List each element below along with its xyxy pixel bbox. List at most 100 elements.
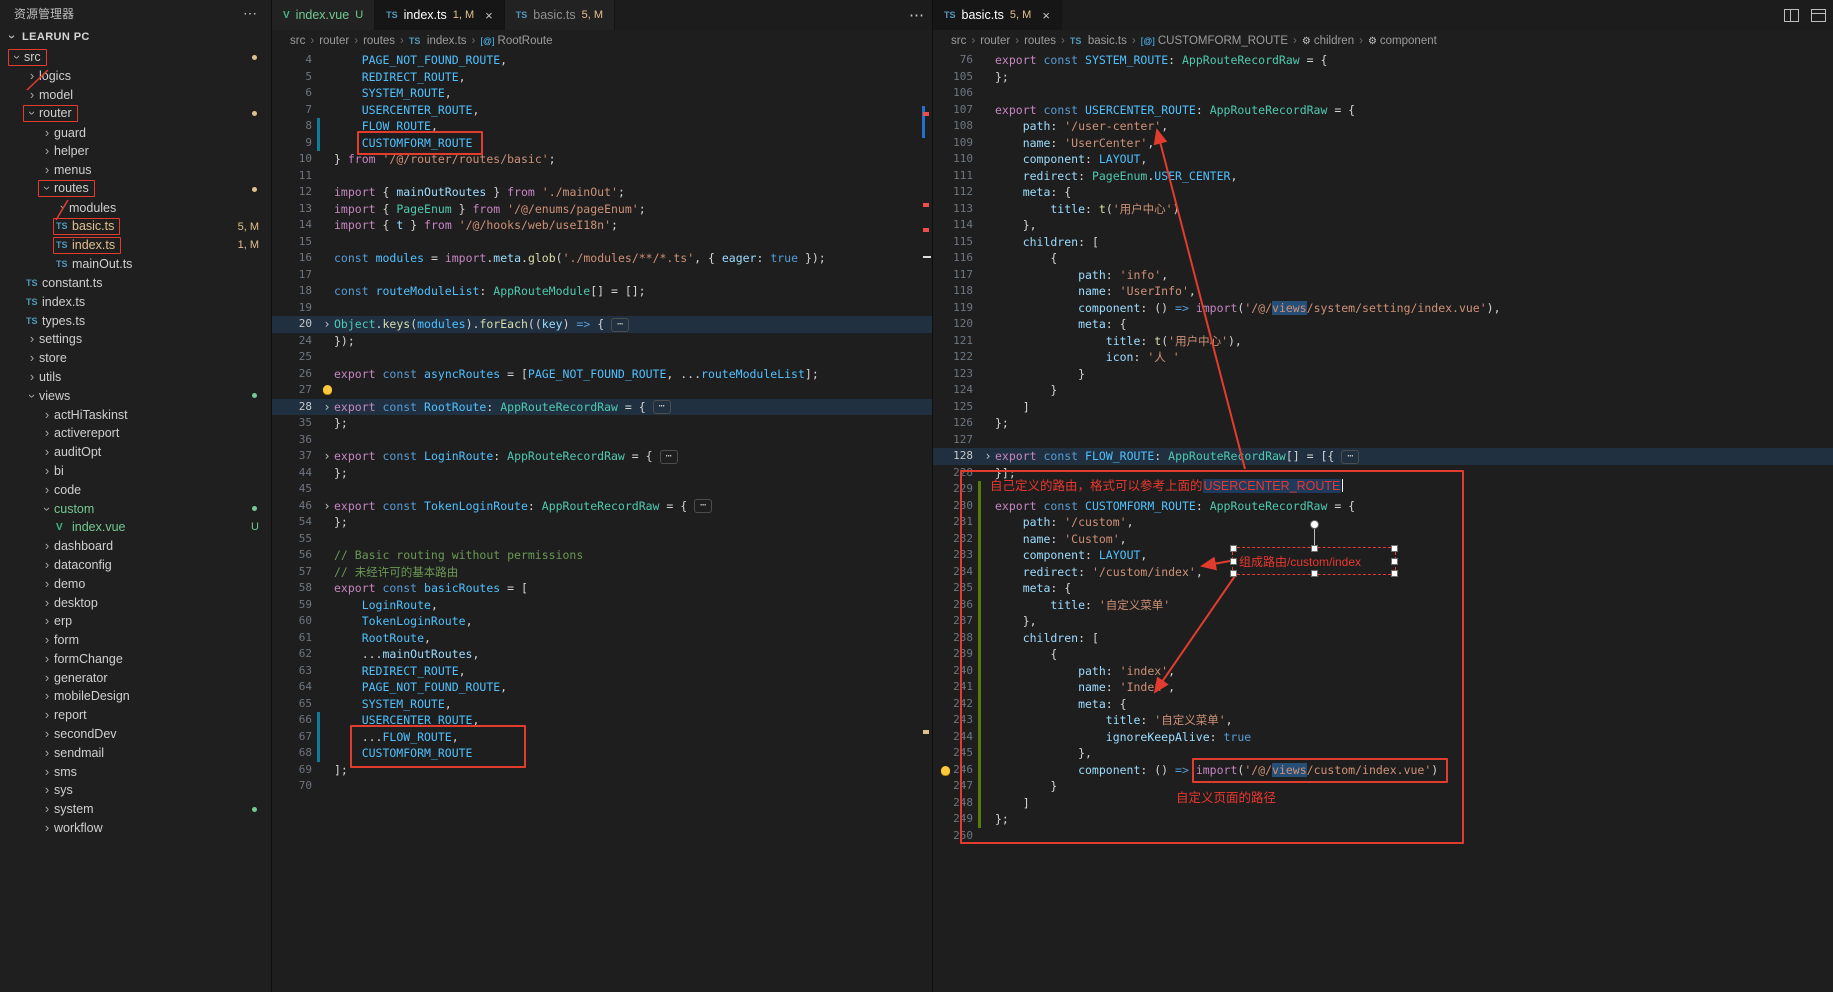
resize-handle[interactable]: [1311, 545, 1318, 552]
lightbulb-icon[interactable]: [941, 766, 950, 775]
fold-chevron-icon[interactable]: ›: [320, 316, 334, 333]
fold-chevron-icon[interactable]: ›: [320, 448, 334, 465]
resize-handle[interactable]: [1391, 558, 1398, 565]
tab-basic.ts[interactable]: TSbasic.ts5, M×: [933, 0, 1062, 30]
breadcrumb-item-src[interactable]: src: [951, 35, 966, 47]
tree-item-custom[interactable]: ›custom: [0, 499, 271, 518]
tree-item-auditOpt[interactable]: ›auditOpt: [0, 443, 271, 462]
tree-item-types.ts[interactable]: TStypes.ts: [0, 311, 271, 330]
tree-item-settings[interactable]: ›settings: [0, 330, 271, 349]
tree-item-secondDev[interactable]: ›secondDev: [0, 725, 271, 744]
chevron-right-icon: ›: [41, 691, 53, 701]
tree-item-code[interactable]: ›code: [0, 480, 271, 499]
close-icon[interactable]: ×: [1042, 8, 1050, 23]
breadcrumb-item-router[interactable]: router: [980, 35, 1010, 47]
breadcrumb-item-children[interactable]: ⚙children: [1302, 35, 1354, 47]
line-number: 244: [933, 729, 973, 746]
breadcrumb-item-src[interactable]: src: [290, 35, 305, 47]
fold-chevron-icon[interactable]: ›: [320, 498, 334, 515]
tree-item-mobileDesign[interactable]: ›mobileDesign: [0, 687, 271, 706]
tree-item-utils[interactable]: ›utils: [0, 368, 271, 387]
code-line-59: 59 LoginRoute,: [272, 597, 933, 614]
fold-chevron-icon[interactable]: ›: [981, 448, 995, 465]
code-line-229: 229: [933, 481, 1833, 498]
tree-item-modules[interactable]: ›modules: [0, 198, 271, 217]
code-editor[interactable]: 76export const SYSTEM_ROUTE: AppRouteRec…: [933, 52, 1833, 844]
tree-item-sys[interactable]: ›sys: [0, 781, 271, 800]
fold-chevron-icon[interactable]: ›: [320, 399, 334, 416]
folded-code-ellipsis[interactable]: ⋯: [611, 318, 629, 332]
resize-handle[interactable]: [1230, 545, 1237, 552]
tree-item-desktop[interactable]: ›desktop: [0, 593, 271, 612]
folded-code-ellipsis[interactable]: ⋯: [694, 499, 712, 513]
tree-item-index.vue[interactable]: Vindex.vueU: [0, 518, 271, 537]
tree-item-erp[interactable]: ›erp: [0, 612, 271, 631]
explorer-section-header[interactable]: › LEARUN PC: [0, 26, 271, 48]
folded-code-ellipsis[interactable]: ⋯: [1341, 450, 1359, 464]
code-line-69: 69];: [272, 762, 933, 779]
close-icon[interactable]: ×: [485, 8, 493, 23]
breadcrumb-item-CUSTOMFORM_ROUTE[interactable]: [@]CUSTOMFORM_ROUTE: [1141, 35, 1288, 47]
tree-item-mainOut.ts[interactable]: TSmainOut.ts: [0, 255, 271, 274]
tree-item-router[interactable]: ›router: [0, 104, 271, 123]
tree-item-bi[interactable]: ›bi: [0, 462, 271, 481]
breadcrumb-item-RootRoute[interactable]: [@]RootRoute: [480, 35, 552, 47]
breadcrumb-item-routes[interactable]: routes: [1024, 35, 1056, 47]
tree-item-views[interactable]: ›views: [0, 386, 271, 405]
tab-index.ts[interactable]: TSindex.ts1, M×: [375, 0, 505, 30]
tree-item-generator[interactable]: ›generator: [0, 668, 271, 687]
tree-item-form[interactable]: ›form: [0, 631, 271, 650]
tree-item-sendmail[interactable]: ›sendmail: [0, 743, 271, 762]
folded-code-ellipsis[interactable]: ⋯: [660, 450, 678, 464]
tree-item-src[interactable]: ›src: [0, 48, 271, 67]
resize-handle[interactable]: [1230, 558, 1237, 565]
tree-item-actHiTaskinst[interactable]: ›actHiTaskinst: [0, 405, 271, 424]
symbol-variable-icon: [@]: [480, 36, 494, 46]
breadcrumb-item-routes[interactable]: routes: [363, 35, 395, 47]
lightbulb-icon[interactable]: [323, 385, 332, 394]
scrollbar-decoration[interactable]: [922, 106, 925, 138]
tree-item-sms[interactable]: ›sms: [0, 762, 271, 781]
more-actions-icon[interactable]: ⋯: [909, 6, 925, 24]
tab-basic.ts[interactable]: TSbasic.ts5, M: [505, 0, 615, 30]
resize-handle[interactable]: [1391, 570, 1398, 577]
tree-item-store[interactable]: ›store: [0, 349, 271, 368]
split-editor-icon[interactable]: [1784, 9, 1799, 22]
tree-item-demo[interactable]: ›demo: [0, 574, 271, 593]
tree-item-guard[interactable]: ›guard: [0, 123, 271, 142]
resize-handle[interactable]: [1230, 570, 1237, 577]
tree-item-basic.ts[interactable]: TSbasic.ts5, M: [0, 217, 271, 236]
tree-item-dashboard[interactable]: ›dashboard: [0, 537, 271, 556]
tree-item-constant.ts[interactable]: TSconstant.ts: [0, 274, 271, 293]
ts-file-icon: TS: [26, 316, 41, 326]
breadcrumb-item-index.ts[interactable]: TSindex.ts: [409, 35, 467, 47]
tab-index.vue[interactable]: Vindex.vueU: [272, 0, 375, 30]
tree-item-menus[interactable]: ›menus: [0, 161, 271, 180]
code-line-121: 121 title: t('用户中心'),: [933, 333, 1833, 350]
tree-item-system[interactable]: ›system: [0, 800, 271, 819]
annotation-textbox[interactable]: 组成路由/custom/index: [1232, 547, 1396, 575]
tree-item-formChange[interactable]: ›formChange: [0, 650, 271, 669]
line-number: 19: [272, 300, 312, 317]
tree-item-report[interactable]: ›report: [0, 706, 271, 725]
resize-handle[interactable]: [1311, 570, 1318, 577]
tree-item-index.ts[interactable]: TSindex.ts: [0, 292, 271, 311]
breadcrumb-item-router[interactable]: router: [319, 35, 349, 47]
tree-item-activereport[interactable]: ›activereport: [0, 424, 271, 443]
tree-item-logics[interactable]: ›logics: [0, 67, 271, 86]
tree-item-index.ts[interactable]: TSindex.ts1, M: [0, 236, 271, 255]
tree-item-workflow[interactable]: ›workflow: [0, 819, 271, 838]
breadcrumb-item-basic.ts[interactable]: TSbasic.ts: [1070, 35, 1127, 47]
chevron-down-icon: ›: [42, 503, 52, 515]
breadcrumb-item-component[interactable]: ⚙component: [1368, 35, 1437, 47]
tree-item-dataconfig[interactable]: ›dataconfig: [0, 556, 271, 575]
rotate-handle[interactable]: [1310, 520, 1319, 529]
tree-item-routes[interactable]: ›routes: [0, 180, 271, 199]
folded-code-ellipsis[interactable]: ⋯: [653, 400, 671, 414]
tree-item-model[interactable]: ›model: [0, 86, 271, 105]
tree-item-helper[interactable]: ›helper: [0, 142, 271, 161]
editor-layout-icon[interactable]: [1811, 9, 1826, 22]
code-editor[interactable]: 4 PAGE_NOT_FOUND_ROUTE,5 REDIRECT_ROUTE,…: [272, 52, 933, 795]
resize-handle[interactable]: [1391, 545, 1398, 552]
more-actions-icon[interactable]: ⋯: [243, 5, 257, 22]
